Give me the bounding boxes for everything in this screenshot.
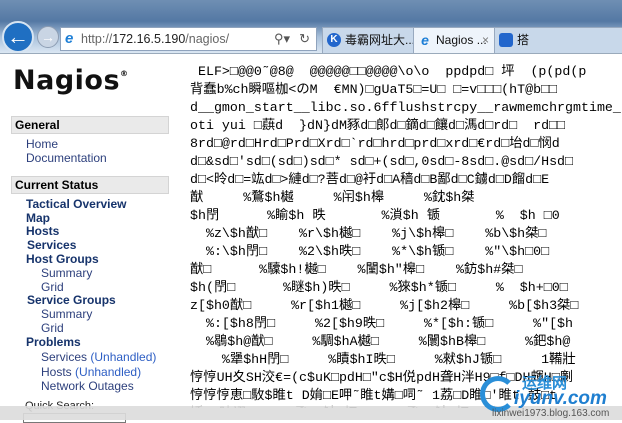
ie-icon: e	[65, 30, 74, 47]
nav-tactical-overview[interactable]: Tactical Overview	[26, 197, 127, 211]
watermark-site: iyunv.com	[514, 388, 607, 409]
text-line: d□<昤d□=竑d□>縺d□?菩d□@衧d□A穑d□B鄙d□C鐪d□D餾d□E	[190, 172, 550, 187]
nav-hostgroup-grid[interactable]: Grid	[41, 280, 64, 294]
text-line: %z\$h猷□ %r\$h樾□ %j\$h槔□ %b\$h桀□	[190, 226, 547, 241]
tab-nagios[interactable]: e Nagios ... ×	[413, 27, 495, 53]
tab-duba[interactable]: K 毒霸网址大...	[322, 27, 414, 53]
ie-icon: e	[421, 32, 429, 48]
tab-label: 搭	[517, 33, 530, 47]
watermark-blog: lixinwei1973.blog.163.com	[492, 408, 610, 419]
text-line: 猷□ %驝$h!樾□ %闉$h"槔□ %鈁$h#桀□	[190, 262, 523, 277]
url-host: 172.16.5.190	[112, 32, 186, 46]
text-line: %:\$h閅□ %2\$h昳□ %*\$h锧□ %"\$h□0□	[190, 244, 550, 259]
section-general: General	[11, 116, 169, 134]
nav-servicegroup-grid[interactable]: Grid	[41, 321, 64, 335]
text-line: 猷 %鶩$h樾 %闬$h槔 %鈂$h桀	[190, 190, 475, 205]
url-prefix: http://	[81, 32, 113, 46]
text-line: %:[$h8閅□ %2[$h9昳□ %*[$h:锧□ %"[$h	[190, 316, 574, 331]
nav-servicegroup-summary[interactable]: Summary	[41, 307, 92, 321]
binary-text: ELF>□@@0˜@8@ @@@@@□□@@@@\o\o ppdpd□ 坪 (p…	[190, 63, 622, 408]
nav-home[interactable]: Home	[26, 137, 58, 151]
text-line: ELF>□@@0˜@8@ @@@@@□□@@@@\o\o ppdpd□ 坪 (p…	[190, 64, 587, 79]
nav-problems[interactable]: Problems	[26, 335, 81, 349]
text-line: 背蠢b%ch瞬嘔枷<のM €MN)□gUaT5□=U□ □=v□□□(hT@b□…	[190, 82, 558, 97]
nav-map[interactable]: Map	[26, 211, 50, 225]
url-path: /nagios/	[185, 32, 230, 46]
tab-other[interactable]: 搭	[494, 27, 622, 53]
text-line: z[$h0猷□ %r[$h1樾□ %j[$h2槔□ %b[$h3桀□	[190, 298, 579, 313]
nav-service-groups[interactable]: Service Groups	[27, 293, 116, 307]
section-current-status: Current Status	[11, 176, 169, 194]
text-line: $h(閅□ %瞇$h)昳□ %猍$h*锧□ % $h+□0□	[190, 280, 568, 295]
back-button[interactable]: ←	[2, 21, 34, 53]
nagios-logo[interactable]: Nagios®	[13, 65, 129, 96]
tab-label: 毒霸网址大...	[345, 33, 414, 47]
nav-documentation[interactable]: Documentation	[26, 151, 107, 165]
nav-services-unhandled[interactable]: Services (Unhandled)	[41, 350, 156, 364]
text-line: %鶡$h@猷□ %騆$hA樾□ %闤$hB槔□ %鈀$h@	[190, 334, 571, 349]
nav-services[interactable]: Services	[27, 238, 76, 252]
watermark-logo-icon	[480, 376, 516, 412]
search-icon[interactable]: ⚲▾	[274, 28, 290, 50]
app-icon	[499, 33, 513, 47]
nav-hosts[interactable]: Hosts	[26, 224, 59, 238]
text-line: oti yui □蕻d }dN}dM豩d□郞d□鏑d□饟d□溤d□rd□ rd□…	[190, 118, 566, 133]
nav-host-groups[interactable]: Host Groups	[26, 252, 99, 266]
text-line: $h閅 %睮$h 昳 %溑$h 锧 % $h □0	[190, 208, 560, 223]
close-tab-icon[interactable]: ×	[482, 28, 489, 52]
nav-hosts-unhandled[interactable]: Hosts (Unhandled)	[41, 365, 141, 379]
side-nav: Nagios® General Home Documentation Curre…	[0, 55, 186, 423]
watermark: 运维网 iyunv.com lixinwei1973.blog.163.com	[478, 370, 622, 420]
text-line: d□&sd□'sd□(sd□)sd□* sd□+(sd□,0sd□-8sd□.@…	[190, 154, 574, 169]
browser-chrome: ← → e http://172.16.5.190/nagios/ ⚲▾ ↻ K…	[0, 0, 622, 54]
tab-label: Nagios ...	[436, 33, 487, 47]
text-line: d__gmon_start__libc.so.6fflushstrcpy__ra…	[190, 100, 621, 115]
forward-button[interactable]: →	[37, 26, 59, 48]
text-line: %犟$hH閅□ %瞔$hI昳□ %猌$hJ锧□ 1鞴壯	[190, 352, 576, 367]
text-line: 8rd□@rd□Hrd□Prd□Xrd□`rd□hrd□prd□xrd□€rd□…	[190, 136, 560, 151]
address-bar[interactable]: e http://172.16.5.190/nagios/ ⚲▾ ↻	[60, 27, 317, 51]
k-icon: K	[327, 33, 341, 47]
nav-hostgroup-summary[interactable]: Summary	[41, 266, 92, 280]
main-frame-content: ELF>□@@0˜@8@ @@@@@□□@@@@\o\o ppdpd□ 坪 (p…	[190, 63, 622, 408]
nav-network-outages[interactable]: Network Outages	[41, 379, 134, 393]
refresh-icon[interactable]: ↻	[299, 28, 310, 50]
